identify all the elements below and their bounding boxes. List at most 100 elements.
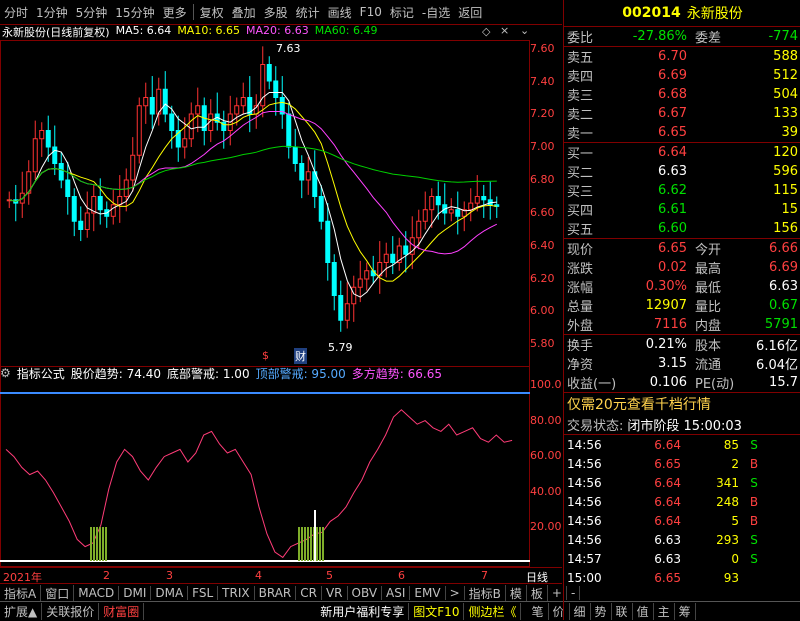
toolbar-multi-stock[interactable]: 多股: [260, 4, 292, 21]
ma60-line: [9, 145, 497, 202]
tab-fsl[interactable]: FSL: [188, 586, 219, 600]
tab-cr[interactable]: CR: [296, 586, 322, 600]
quote-label: 涨幅: [567, 281, 594, 296]
quote-value: 6.66: [769, 241, 798, 256]
candle-body: [84, 212, 90, 230]
tab-board[interactable]: 板: [527, 584, 548, 602]
indicator-top: 顶部警戒: 95.00: [255, 366, 346, 381]
candle-body: [162, 88, 168, 115]
tab-template[interactable]: 模: [506, 584, 527, 602]
tab-vr[interactable]: VR: [322, 586, 348, 600]
bottom-signal-bar: [298, 527, 300, 561]
new-user-promo[interactable]: 新用户福利专享: [316, 603, 410, 620]
quote-value: 0.02: [658, 260, 687, 275]
time-tick: 5: [326, 569, 333, 582]
stat-value: 0.106: [649, 375, 687, 390]
candle-body: [344, 303, 350, 321]
tab-indicator-b[interactable]: 指标B: [465, 584, 506, 602]
related-quote-button[interactable]: 关联报价: [42, 603, 100, 620]
footer-tab-trade[interactable]: 笔: [527, 603, 549, 620]
quote-value: 5791: [764, 317, 798, 332]
candle-body: [71, 196, 77, 222]
tick-volume: 0: [731, 551, 739, 566]
toolbar-stats[interactable]: 统计: [292, 4, 324, 21]
quote-label: 量比: [695, 300, 722, 315]
toolbar-1min[interactable]: 1分钟: [32, 4, 72, 21]
indicator-name[interactable]: 指标公式: [17, 365, 65, 382]
candle-body: [130, 154, 136, 181]
quote-row: 涨跌 0.02 最高 6.69: [564, 258, 800, 277]
tick-row: 14:56 6.64 5 B: [564, 511, 800, 530]
candle-body: [351, 286, 357, 305]
graphic-f10-button[interactable]: 图文F10: [409, 603, 465, 620]
candle-body: [110, 204, 116, 217]
expand-button[interactable]: 扩展▲: [0, 603, 43, 620]
toolbar-more[interactable]: 更多: [159, 4, 191, 21]
tab-indicator-a[interactable]: 指标A: [0, 584, 42, 602]
tick-list: 14:56 6.64 85 S 14:56 6.65 2 B 14:56 6.64 341 S 14:5…: [564, 435, 800, 587]
promo-row[interactable]: 仅需20元查看千档行情: [564, 393, 800, 415]
indicator-multi: 多方趋势: 66.65: [351, 366, 443, 381]
toolbar-mark[interactable]: 标记: [386, 4, 418, 21]
tick-row: 14:56 6.65 2 B: [564, 454, 800, 473]
ask-label: 卖一: [567, 127, 594, 142]
ask-label: 卖四: [567, 70, 594, 85]
promo-text[interactable]: 仅需20元查看千档行情: [564, 394, 711, 414]
ask-row: 卖三 6.68 504: [564, 85, 800, 104]
tab-brar[interactable]: BRAR: [255, 586, 297, 600]
quote-panel: 002014 永新股份 委比 -27.86% 委差 -774 卖五 6.70 588…: [563, 0, 800, 620]
chart-grid: [0, 40, 530, 567]
diamond-icon[interactable]: ◇: [482, 25, 490, 38]
chart-title: 永新股份(日线前复权): [2, 26, 110, 39]
candle-body: [169, 113, 175, 131]
candlestick-series[interactable]: [6, 46, 500, 332]
financial-report-marker[interactable]: 财: [294, 348, 307, 364]
wealth-circle-button[interactable]: 财富圈: [99, 603, 145, 620]
time-tick: 4: [255, 569, 262, 582]
tick-time: 14:56: [567, 475, 602, 490]
toolbar-5min[interactable]: 5分钟: [72, 4, 112, 21]
ask-volume: 133: [773, 106, 798, 121]
tab-dmi[interactable]: DMI: [119, 586, 152, 600]
toolbar-draw-line[interactable]: 画线: [324, 4, 356, 21]
settings-icon[interactable]: ⚙: [0, 366, 11, 380]
bid-volume: 120: [773, 145, 798, 160]
toolbar-fenshi[interactable]: 分时: [0, 4, 32, 21]
tick-time: 14:56: [567, 494, 602, 509]
tab-trix[interactable]: TRIX: [218, 586, 255, 600]
tab-dma[interactable]: DMA: [151, 586, 189, 600]
toolbar-f10[interactable]: F10: [356, 5, 386, 19]
dividend-marker[interactable]: $: [262, 349, 269, 362]
toolbar-back[interactable]: 返回: [454, 4, 486, 21]
tab-window[interactable]: 窗口: [41, 584, 75, 602]
indicator-trend-line: [5, 409, 513, 559]
candle-body: [97, 196, 103, 211]
tab-macd[interactable]: MACD: [74, 586, 120, 600]
chevron-down-icon[interactable]: ⌄: [520, 24, 529, 37]
candle-body: [52, 146, 58, 164]
tab-asi[interactable]: ASI: [382, 586, 411, 600]
ma-lines: [9, 92, 498, 298]
toolbar-overlay[interactable]: 叠加: [228, 4, 260, 21]
tab-obv[interactable]: OBV: [348, 586, 383, 600]
tick-time: 15:00: [567, 570, 602, 585]
candle-body: [403, 245, 409, 255]
indicator-tick: 40.00: [530, 485, 562, 498]
ask-price: 6.65: [658, 125, 687, 140]
stat-value: 3.15: [658, 356, 687, 371]
close-icon[interactable]: ×: [500, 24, 509, 37]
stat-label: 换手: [567, 339, 594, 354]
toolbar-add-watchlist[interactable]: -自选: [418, 4, 454, 21]
sidebar-toggle[interactable]: 侧边栏《: [464, 603, 522, 620]
quote-value: 12907: [645, 298, 687, 313]
ask-price: 6.69: [658, 68, 687, 83]
ask-volume: 504: [773, 87, 798, 102]
tab-scroll-right[interactable]: >: [446, 586, 465, 600]
stock-name: 永新股份: [686, 6, 743, 22]
toolbar-15min[interactable]: 15分钟: [111, 4, 158, 21]
toolbar-fuquan[interactable]: 复权: [196, 4, 228, 21]
tab-emv[interactable]: EMV: [410, 586, 446, 600]
tick-price: 6.63: [654, 551, 681, 566]
candle-body: [429, 196, 435, 211]
bottom-signal-bar: [90, 527, 92, 561]
